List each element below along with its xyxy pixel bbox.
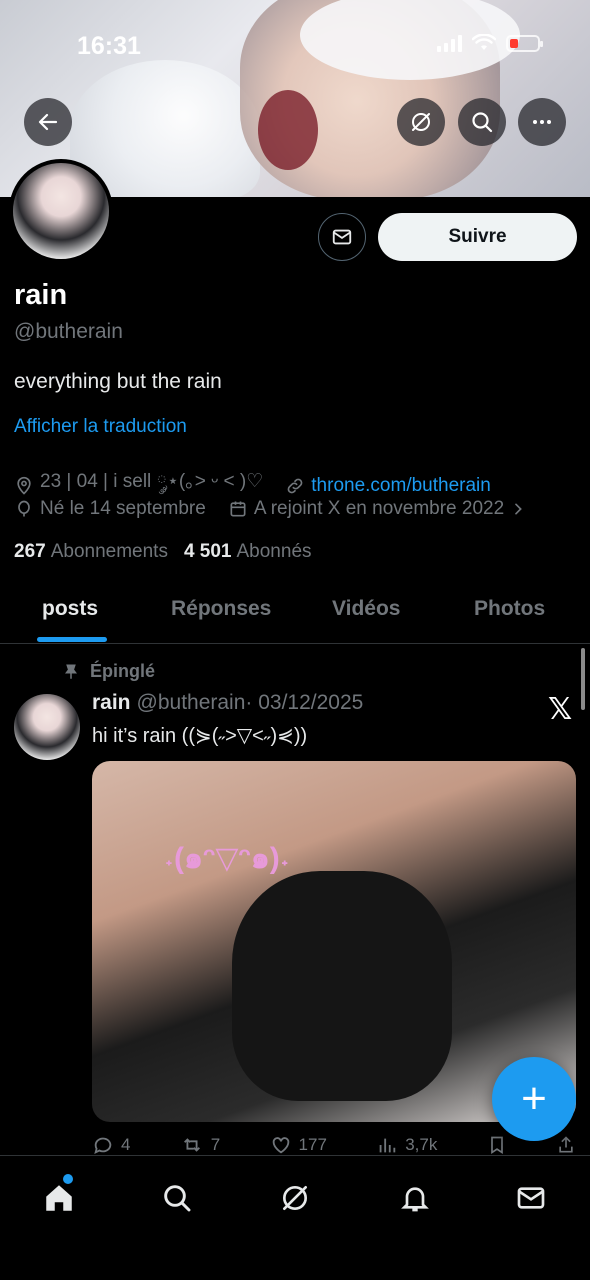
profile-avatar[interactable]: [9, 159, 113, 263]
share-button[interactable]: [556, 1134, 576, 1156]
translate-link[interactable]: Afficher la traduction: [14, 416, 187, 438]
profile-birthday: Né le 14 septembre: [40, 498, 206, 519]
nav-home[interactable]: [39, 1174, 79, 1218]
chevron-right-icon[interactable]: [510, 501, 526, 517]
post-author-name[interactable]: rain: [92, 691, 131, 715]
compose-button[interactable]: +: [492, 1057, 576, 1141]
post-image-subject: [232, 871, 452, 1101]
post-header: rain @butherain · 03/12/2025: [92, 691, 363, 715]
post-text: hi it’s rain ((⋟(˶>▽<˶)⋞)): [92, 725, 308, 747]
post-author-avatar[interactable]: [14, 694, 80, 760]
signal-icon: [437, 34, 462, 52]
link-icon: [287, 478, 303, 494]
pin-icon: [65, 664, 77, 679]
back-button[interactable]: [24, 98, 72, 146]
heart-icon: [272, 1137, 289, 1154]
home-icon: [46, 1185, 72, 1211]
grok-button[interactable]: [397, 98, 445, 146]
wifi-icon: [472, 34, 496, 50]
tab-replies[interactable]: Réponses: [171, 597, 271, 621]
notification-dot: [63, 1174, 73, 1184]
follow-stats: 267 Abonnements 4 501 Abonnés: [14, 541, 312, 563]
avatar-image: [13, 163, 109, 259]
reply-button[interactable]: 4: [92, 1134, 130, 1156]
plus-icon: +: [521, 1074, 547, 1123]
search-icon: [164, 1185, 191, 1212]
reply-icon: [94, 1137, 112, 1155]
profile-tabs: posts Réponses Vidéos Photos: [0, 583, 590, 644]
profile-handle: @butherain: [14, 320, 123, 343]
x-logo-icon: 𝕏: [548, 693, 573, 726]
views-icon: [379, 1138, 396, 1153]
slash-circle-icon: [412, 113, 430, 131]
nav-messages[interactable]: [511, 1178, 551, 1218]
status-bar: 16:31: [0, 30, 590, 60]
views-button[interactable]: 3,7k: [376, 1134, 437, 1156]
post-image-sticker: ˖(๑ᵔ▽ᵔ๑)˖: [164, 842, 290, 875]
following-stat[interactable]: 267 Abonnements: [14, 541, 168, 563]
arrow-left-icon: [38, 113, 58, 131]
repost-button[interactable]: 7: [180, 1134, 220, 1156]
tab-photos[interactable]: Photos: [474, 597, 545, 621]
profile-name: rain: [14, 279, 68, 311]
mail-icon: [517, 1187, 545, 1209]
status-time: 16:31: [77, 32, 141, 60]
profile-website-link[interactable]: throne.com/butherain: [311, 475, 491, 497]
bottom-nav: [0, 1155, 590, 1280]
search-button[interactable]: [458, 98, 506, 146]
share-icon: [559, 1136, 573, 1153]
profile-meta-row-2: Né le 14 septembre A rejoint X en novemb…: [14, 498, 526, 520]
battery-icon: [506, 34, 543, 52]
more-button[interactable]: [518, 98, 566, 146]
nav-grok[interactable]: [275, 1178, 315, 1218]
tab-videos[interactable]: Vidéos: [332, 597, 400, 621]
active-tab-indicator: [37, 637, 107, 642]
post-actions: 4 7 177 3,7k: [92, 1134, 576, 1156]
bookmark-button[interactable]: [487, 1134, 507, 1156]
post-image[interactable]: ˖(๑ᵔ▽ᵔ๑)˖: [92, 761, 576, 1122]
repost-icon: [183, 1138, 200, 1152]
pinned-indicator: Épinglé: [62, 661, 155, 682]
like-button[interactable]: 177: [270, 1134, 327, 1156]
grok-icon: [283, 1186, 307, 1210]
mail-icon: [332, 229, 352, 245]
bell-icon: [401, 1187, 429, 1212]
profile-joined: A rejoint X en novembre 2022: [253, 498, 505, 519]
tab-posts[interactable]: posts: [42, 597, 98, 621]
calendar-icon: [230, 501, 246, 517]
balloon-icon: [18, 500, 30, 517]
bookmark-icon: [490, 1136, 503, 1155]
follow-button[interactable]: Suivre: [378, 213, 577, 261]
search-icon: [472, 112, 493, 133]
nav-search[interactable]: [157, 1178, 197, 1218]
profile-bio: everything but the rain: [14, 370, 222, 393]
followers-stat[interactable]: 4 501 Abonnés: [184, 541, 312, 563]
post-author-handle[interactable]: @butherain: [137, 691, 246, 715]
location-icon: [17, 476, 31, 495]
scrollbar[interactable]: [581, 648, 585, 710]
more-icon: [533, 120, 551, 124]
banner-art-mouth: [258, 90, 318, 170]
post-date: · 03/12/2025: [245, 691, 364, 714]
nav-notifications[interactable]: [395, 1178, 435, 1218]
message-button[interactable]: [318, 213, 366, 261]
